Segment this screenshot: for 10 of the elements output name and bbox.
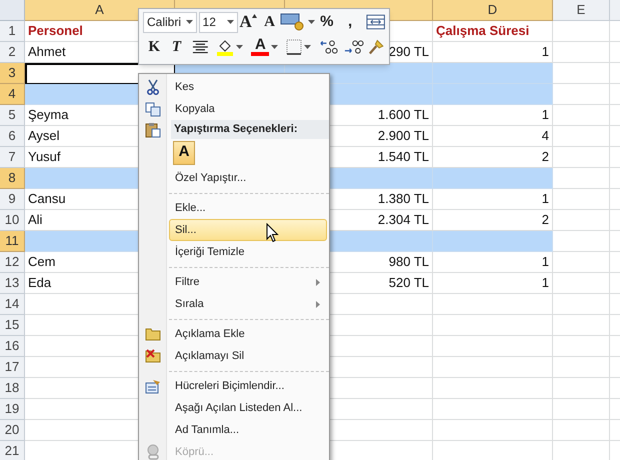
table-cell: 1 <box>433 252 553 273</box>
table-cell: Çalışma Süresi <box>433 21 553 42</box>
menu-section-header: Yapıştırma Seçenekleri: <box>171 120 329 139</box>
table-cell: 1 <box>433 273 553 294</box>
table-cell: 1 <box>433 189 553 210</box>
table-cell: 4 <box>433 126 553 147</box>
table-cell: 2 <box>433 210 553 231</box>
table-cell: 2 <box>433 147 553 168</box>
table-cell: 1 <box>433 42 553 63</box>
table-cell: 1 <box>433 105 553 126</box>
